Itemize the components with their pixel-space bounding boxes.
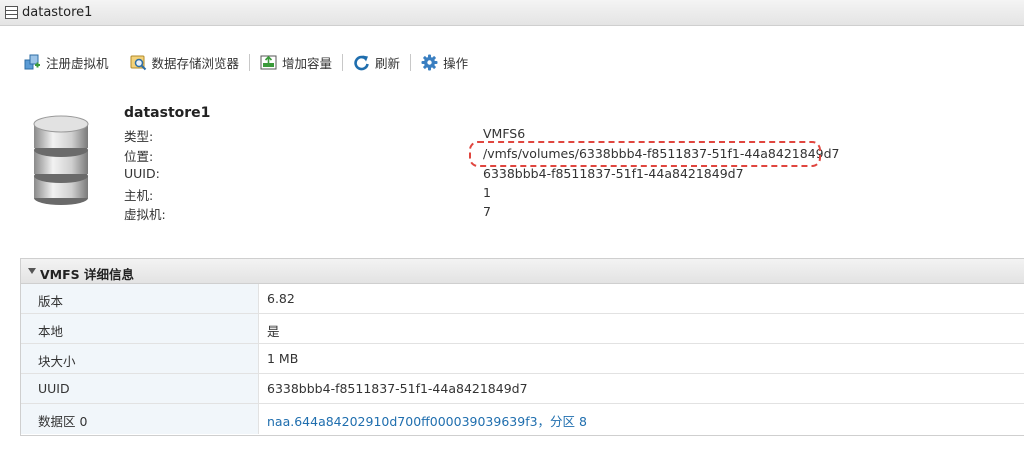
datastore-browser-icon <box>130 55 146 70</box>
detail-row: 数据区 0 naa.644a84202910d700ff000039039639… <box>21 404 1024 434</box>
register-vm-button[interactable]: 注册虚拟机 <box>24 53 109 72</box>
refresh-icon <box>354 55 369 70</box>
increase-capacity-button[interactable]: 增加容量 <box>260 53 332 72</box>
detail-row: 版本 6.82 <box>21 284 1024 314</box>
info-label: UUID: <box>124 166 160 181</box>
detail-label: 块大小 <box>38 354 76 369</box>
info-label: 主机: <box>124 188 154 203</box>
detail-value: 1 MB <box>267 351 299 366</box>
info-value: VMFS6 <box>483 126 526 141</box>
increase-capacity-label: 增加容量 <box>282 55 333 71</box>
info-label: 位置: <box>124 149 154 164</box>
refresh-button[interactable]: 刷新 <box>353 53 400 72</box>
detail-row: 块大小 1 MB <box>21 344 1024 374</box>
detail-value: 6.82 <box>267 291 295 306</box>
register-vm-label: 注册虚拟机 <box>46 55 109 71</box>
info-value: 1 <box>483 185 491 200</box>
increase-capacity-icon <box>260 55 277 69</box>
gear-icon <box>421 54 438 70</box>
vmfs-details-header[interactable]: VMFS 详细信息 <box>21 259 1024 284</box>
info-value: 7 <box>483 204 491 219</box>
info-label: 虚拟机: <box>124 207 166 222</box>
detail-label-cell: 数据区 0 <box>21 404 259 434</box>
datastore-large-icon <box>33 115 89 205</box>
detail-label: 本地 <box>38 324 64 339</box>
info-label: 类型: <box>124 129 154 144</box>
datastore-browser-label: 数据存储浏览器 <box>151 55 240 71</box>
detail-row: UUID 6338bbb4-f8511837-51f1-44a8421849d7 <box>21 374 1024 404</box>
collapse-triangle-icon[interactable] <box>28 268 36 274</box>
detail-label: 版本 <box>38 294 64 309</box>
vmfs-details-title: VMFS 详细信息 <box>40 267 135 282</box>
window-titlebar: datastore1 <box>0 0 1024 26</box>
detail-label-cell: 块大小 <box>21 344 259 373</box>
info-row-vms: 虚拟机: 7 <box>124 204 904 222</box>
info-row-hosts: 主机: 1 <box>124 185 904 203</box>
location-highlight <box>469 141 821 167</box>
refresh-label: 刷新 <box>375 55 401 71</box>
detail-value: 6338bbb4-f8511837-51f1-44a8421849d7 <box>267 381 528 396</box>
detail-label-cell: 本地 <box>21 314 259 343</box>
info-row-uuid: UUID: 6338bbb4-f8511837-51f1-44a8421849d… <box>124 166 904 184</box>
detail-label-cell: UUID <box>21 374 259 403</box>
info-value: 6338bbb4-f8511837-51f1-44a8421849d7 <box>483 166 744 181</box>
toolbar: 注册虚拟机 数据存储浏览器 增加容量 刷新 操作 <box>24 52 468 72</box>
window-title: datastore1 <box>22 5 93 20</box>
register-vm-icon <box>24 54 40 69</box>
toolbar-separator <box>342 53 344 71</box>
toolbar-separator <box>410 53 412 71</box>
vmfs-details-panel: VMFS 详细信息 版本 6.82 本地 是 块大小 1 MB UUID 633… <box>20 258 1024 436</box>
datastore-icon <box>5 6 18 19</box>
detail-label: UUID <box>38 381 70 396</box>
detail-label: 数据区 0 <box>38 414 88 429</box>
toolbar-separator <box>249 53 251 71</box>
detail-row: 本地 是 <box>21 314 1024 344</box>
extent-link[interactable]: naa.644a84202910d700ff000039039639f3，分区 … <box>267 411 587 430</box>
actions-button[interactable]: 操作 <box>421 53 468 72</box>
actions-label: 操作 <box>443 55 469 71</box>
datastore-name: datastore1 <box>124 105 211 121</box>
datastore-browser-button[interactable]: 数据存储浏览器 <box>130 53 240 72</box>
detail-label-cell: 版本 <box>21 284 259 313</box>
detail-value: 是 <box>267 324 280 339</box>
